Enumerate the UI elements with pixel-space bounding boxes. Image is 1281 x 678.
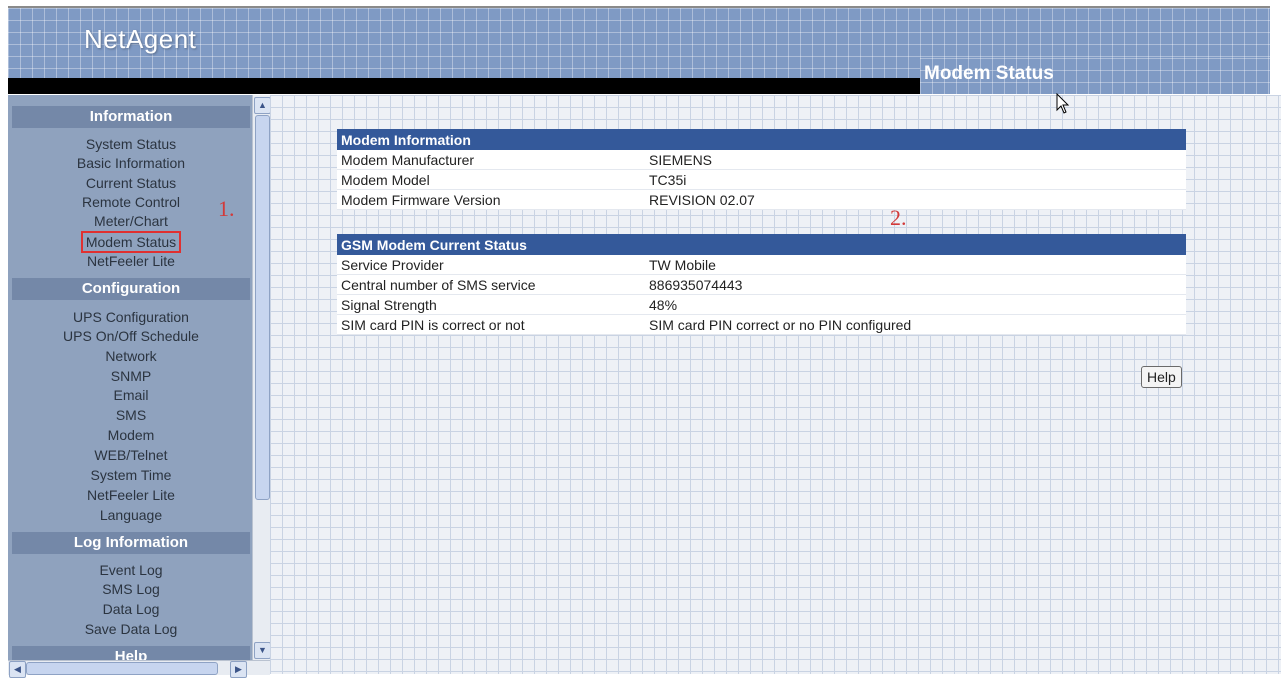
table-row: Modem Manufacturer SIEMENS	[337, 150, 1186, 170]
page-title: Modem Status	[924, 63, 1054, 84]
scroll-up-icon[interactable]: ▲	[254, 97, 271, 114]
sidebar: Information System Status Basic Informat…	[8, 95, 252, 660]
table-row: Service Provider TW Mobile	[337, 255, 1186, 275]
main-content: Modem Information Modem Manufacturer SIE…	[270, 95, 1281, 674]
sidebar-item-netfeeler-lite-config[interactable]: NetFeeler Lite	[12, 485, 250, 505]
row-label: Signal Strength	[337, 294, 645, 315]
page-title-box: Modem Status	[920, 58, 1270, 94]
scroll-right-icon[interactable]: ▶	[230, 661, 247, 678]
scrollbar-thumb[interactable]	[255, 115, 270, 500]
row-value: SIEMENS	[645, 150, 1186, 170]
sidebar-item-current-status[interactable]: Current Status	[12, 173, 250, 193]
table-row: Central number of SMS service 8869350744…	[337, 274, 1186, 295]
mouse-cursor-icon	[1056, 93, 1070, 114]
sidebar-item-modem-status[interactable]: Modem Status	[12, 231, 250, 253]
row-label: Central number of SMS service	[337, 274, 645, 295]
sidebar-item-sms[interactable]: SMS	[12, 405, 250, 425]
sidebar-item-ups-schedule[interactable]: UPS On/Off Schedule	[12, 326, 250, 346]
sidebar-horizontal-scrollbar[interactable]: ◀ ▶	[8, 660, 270, 678]
sidebar-section-log-information: Log Information	[12, 532, 250, 554]
sidebar-item-email[interactable]: Email	[12, 385, 250, 405]
row-value: 48%	[645, 294, 1186, 315]
sidebar-item-network[interactable]: Network	[12, 346, 250, 366]
sidebar-section-information: Information	[12, 106, 250, 128]
table-row: Modem Model TC35i	[337, 169, 1186, 190]
netagent-logo: NetAgent	[84, 24, 197, 54]
sidebar-item-web-telnet[interactable]: WEB/Telnet	[12, 445, 250, 465]
sidebar-item-meter-chart[interactable]: Meter/Chart	[12, 211, 250, 231]
row-label: Modem Model	[337, 169, 645, 190]
sidebar-item-basic-information[interactable]: Basic Information	[12, 153, 250, 173]
sidebar-item-save-data-log[interactable]: Save Data Log	[12, 619, 250, 639]
help-button[interactable]: Help	[1141, 366, 1182, 388]
sidebar-item-snmp[interactable]: SNMP	[12, 366, 250, 386]
modem-information-table: Modem Information Modem Manufacturer SIE…	[337, 129, 1186, 210]
sidebar-item-modem-status-label: Modem Status	[80, 231, 182, 253]
sidebar-item-remote-control[interactable]: Remote Control	[12, 192, 250, 212]
sidebar-item-modem[interactable]: Modem	[12, 425, 250, 445]
table-row: Modem Firmware Version REVISION 02.07	[337, 189, 1186, 210]
gsm-status-title: GSM Modem Current Status	[337, 234, 1186, 255]
sidebar-item-system-status[interactable]: System Status	[12, 134, 250, 154]
sidebar-item-ups-configuration[interactable]: UPS Configuration	[12, 307, 250, 327]
sidebar-item-data-log[interactable]: Data Log	[12, 599, 250, 619]
sidebar-item-system-time[interactable]: System Time	[12, 465, 250, 485]
sidebar-vertical-scrollbar[interactable]: ▲ ▼	[252, 95, 271, 660]
sidebar-item-netfeeler-lite-info[interactable]: NetFeeler Lite	[12, 251, 250, 271]
modem-information-title: Modem Information	[337, 129, 1186, 150]
horizontal-scrollbar-thumb[interactable]	[26, 662, 218, 675]
row-label: Service Provider	[337, 255, 645, 275]
sidebar-section-help: Help	[12, 646, 250, 660]
scroll-down-icon[interactable]: ▼	[254, 642, 271, 659]
sidebar-item-sms-log[interactable]: SMS Log	[12, 579, 250, 599]
annotation-step-2: 2.	[890, 205, 907, 230]
row-label: Modem Firmware Version	[337, 189, 645, 210]
sidebar-item-language[interactable]: Language	[12, 505, 250, 525]
row-label: SIM card PIN is correct or not	[337, 314, 645, 335]
table-row: SIM card PIN is correct or not SIM card …	[337, 314, 1186, 335]
row-value: SIM card PIN correct or no PIN configure…	[645, 314, 1186, 335]
row-value: TC35i	[645, 169, 1186, 190]
row-value: REVISION 02.07	[645, 189, 1186, 210]
row-label: Modem Manufacturer	[337, 150, 645, 170]
scroll-left-icon[interactable]: ◀	[9, 661, 26, 678]
header-divider-bar	[8, 78, 920, 94]
row-value: 886935074443	[645, 274, 1186, 295]
table-row: Signal Strength 48%	[337, 294, 1186, 315]
annotation-step-1: 1.	[218, 196, 235, 221]
sidebar-section-configuration: Configuration	[12, 278, 250, 300]
sidebar-item-event-log[interactable]: Event Log	[12, 560, 250, 580]
gsm-status-table: GSM Modem Current Status Service Provide…	[337, 234, 1186, 335]
row-value: TW Mobile	[645, 255, 1186, 275]
